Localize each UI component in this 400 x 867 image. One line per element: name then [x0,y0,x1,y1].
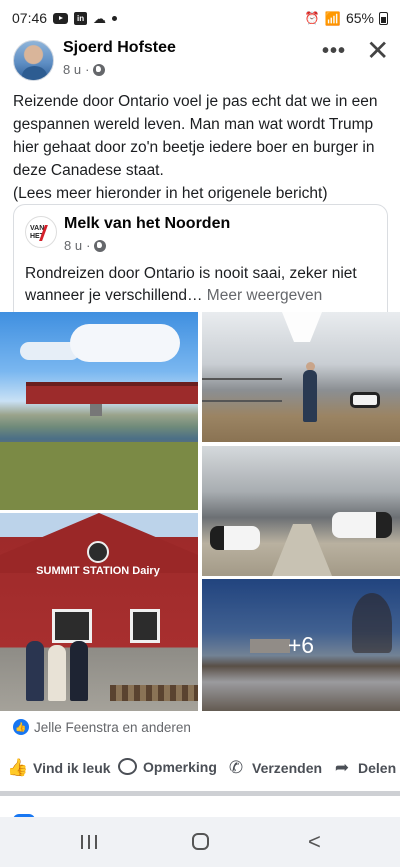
wifi-icon: 📶 [324,10,341,26]
page-logo[interactable]: VAN HET [25,216,57,248]
post-header: Sjoerd Hofstee 8 u · ••• ✕ [0,34,400,86]
divider [0,791,400,796]
shared-post-card[interactable]: VAN HET Melk van het Noorden 8 u · Rondr… [13,204,388,314]
people-group [26,631,96,701]
action-bar: 👍 Vind ik leuk Opmerking ✆ Verzenden ➦ D… [0,752,400,784]
recents-icon[interactable] [81,835,97,849]
shared-meta: 8 u · [64,238,107,253]
like-button[interactable]: 👍 Vind ik leuk [7,758,111,778]
close-button[interactable]: ✕ [366,34,389,67]
status-bar: 07:46 in ☁ ⏰ 📶 65% [0,0,400,36]
thumbs-up-icon: 👍 [7,758,29,777]
photo-winter-field[interactable]: +6 [202,579,400,711]
post-text: Reizende door Ontario voel je pas echt d… [13,93,378,202]
like-badge-icon: 👍 [13,719,29,735]
share-icon: ➦ [334,758,350,777]
youtube-icon [53,12,69,24]
android-nav-bar: < [0,817,400,867]
alarm-icon: ⏰ [304,11,320,25]
post-time[interactable]: 8 u [63,62,81,77]
battery-icon [379,11,388,25]
battery-percent: 65% [345,10,374,26]
back-icon[interactable]: < [308,829,321,855]
avatar[interactable] [13,40,54,81]
globe-icon [93,63,106,76]
comment-icon [118,758,137,775]
shared-time[interactable]: 8 u [64,238,82,253]
cloud-icon: ☁ [93,10,107,26]
summit-station-sign: SUMMIT STATION Dairy [18,541,178,581]
comment-button[interactable]: Opmerking [118,758,217,775]
reactions-text: Jelle Feenstra en anderen [34,719,191,735]
linkedin-icon: in [74,11,88,25]
photo-barn-person[interactable] [202,312,400,442]
more-photos-count[interactable]: +6 [202,579,400,711]
author-name[interactable]: Sjoerd Hofstee [63,39,176,57]
clock: 07:46 [12,10,48,26]
photo-summit-station[interactable]: SUMMIT STATION Dairy [0,513,198,711]
photo-covered-bridge[interactable] [0,312,198,510]
whatsapp-icon: ✆ [228,758,244,777]
reactions-summary[interactable]: 👍 Jelle Feenstra en anderen [13,719,191,735]
more-options-button[interactable]: ••• [322,40,346,63]
photo-cow-barn[interactable] [202,446,400,576]
see-more-link[interactable]: Meer weergeven [207,287,322,304]
shared-text: Rondreizen door Ontario is nooit saai, z… [25,265,357,304]
globe-icon [94,239,107,252]
home-icon[interactable] [192,833,209,850]
shared-page-name[interactable]: Melk van het Noorden [64,215,230,233]
post-meta: 8 u · [63,62,106,77]
send-button[interactable]: ✆ Verzenden [226,758,322,778]
notification-dot-icon [112,15,118,21]
share-button[interactable]: ➦ Delen [332,758,396,778]
